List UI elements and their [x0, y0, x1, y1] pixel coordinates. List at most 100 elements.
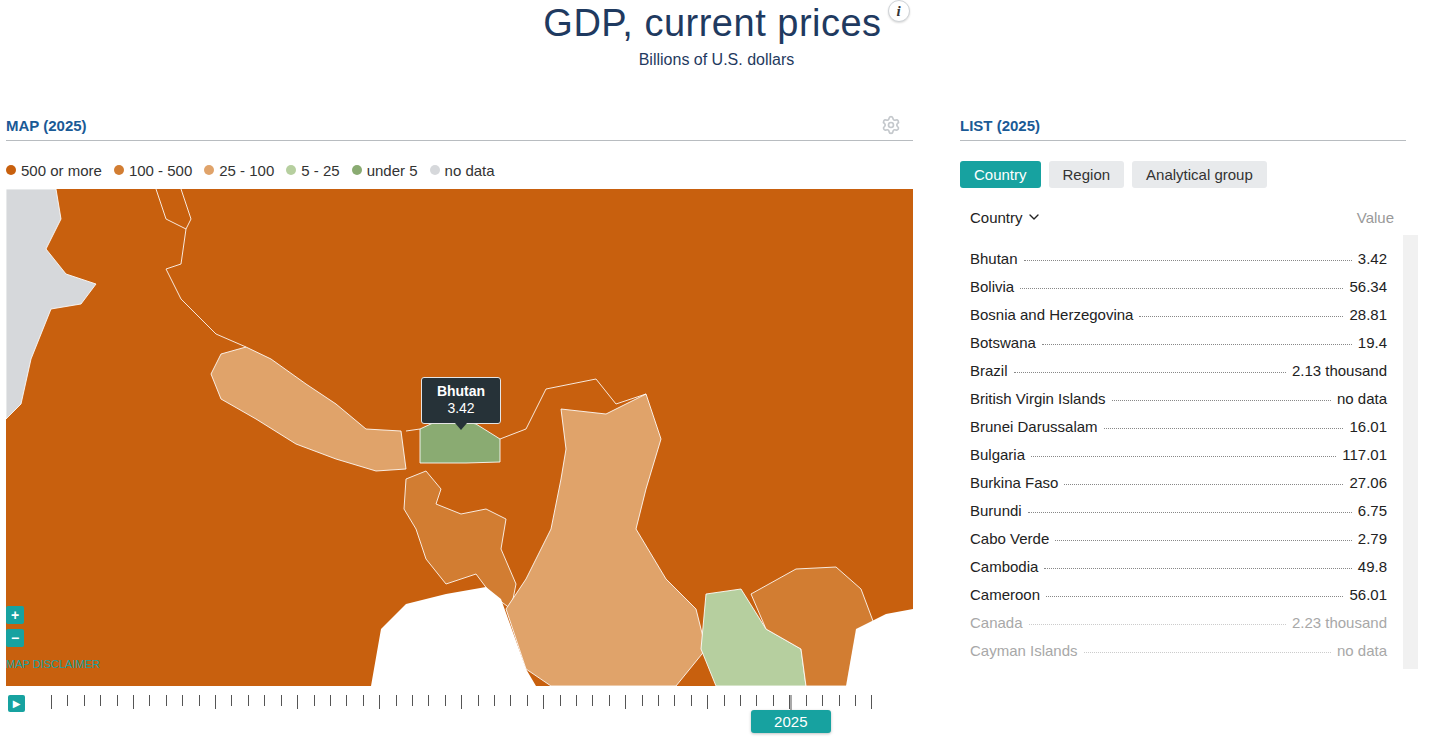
timeline-tick	[822, 695, 823, 706]
list-tab[interactable]: Region	[1049, 161, 1125, 188]
country-row[interactable]: British Virgin Islandsno data	[970, 384, 1387, 412]
country-row[interactable]: Bhutan 3.42	[970, 244, 1387, 272]
country-row[interactable]: Cayman Islandsno data	[970, 636, 1387, 664]
legend-item: 25 - 100	[204, 162, 274, 179]
legend-dot	[114, 165, 124, 175]
legend-item: 5 - 25	[286, 162, 339, 179]
country-value: 28.81	[1349, 306, 1387, 323]
title-row: GDP, current prices i	[523, 0, 909, 46]
country-row[interactable]: Cambodia 49.8	[970, 552, 1387, 580]
dotted-leader	[1020, 288, 1343, 289]
country-row[interactable]: Botswana19.4	[970, 328, 1387, 356]
timeline-tick	[445, 695, 446, 706]
timeline-tick	[756, 695, 757, 706]
year-badge[interactable]: 2025	[751, 710, 831, 733]
country-row[interactable]: Brazil2.13 thousand	[970, 356, 1387, 384]
tooltip-value: 3.42	[432, 400, 490, 417]
country-row[interactable]: Cabo Verde2.79	[970, 524, 1387, 552]
map-water	[371, 587, 536, 686]
legend-dot	[352, 165, 362, 175]
zoom-button[interactable]: +	[6, 606, 24, 624]
country-name: British Virgin Islands	[970, 390, 1106, 407]
map-region[interactable]	[506, 394, 706, 686]
timeline-tick	[707, 695, 708, 709]
zoom-controls: +−	[6, 606, 24, 647]
dotted-leader	[1028, 512, 1352, 513]
dotted-leader	[1024, 260, 1352, 261]
map-region[interactable]	[404, 471, 516, 609]
country-row[interactable]: Brunei Darussalam16.01	[970, 412, 1387, 440]
timeline-tick	[592, 695, 593, 706]
timeline-tick	[642, 695, 643, 706]
timeline-tick	[740, 695, 741, 706]
legend-label: no data	[445, 162, 495, 179]
timeline-tick	[67, 695, 68, 706]
map-region[interactable]	[6, 189, 96, 419]
country-name: Cambodia	[970, 558, 1038, 575]
country-value: 117.01	[1342, 446, 1387, 463]
country-sort-button[interactable]: Country	[970, 209, 1042, 226]
chevron-down-icon	[1026, 209, 1042, 225]
map-region[interactable]	[6, 189, 913, 686]
tooltip-name: Bhutan	[432, 383, 490, 400]
list-tab[interactable]: Analytical group	[1132, 161, 1267, 188]
country-row[interactable]: Cameroon56.01	[970, 580, 1387, 608]
map-disclaimer[interactable]: MAP DISCLAIMER	[6, 658, 100, 670]
country-value: no data	[1337, 642, 1387, 659]
timeline-ticks	[51, 695, 873, 709]
timeline-tick	[543, 695, 544, 709]
country-row[interactable]: Burkina Faso27.06	[970, 468, 1387, 496]
country-name: Canada	[970, 614, 1023, 631]
dotted-leader	[1044, 568, 1351, 569]
timeline-tick	[84, 695, 85, 706]
list-scrollbar[interactable]	[1403, 235, 1418, 669]
map-panel: MAP (2025)500 or more100 - 50025 - 1005 …	[6, 110, 913, 743]
timeline-tick	[839, 695, 840, 706]
dotted-leader	[1139, 316, 1343, 317]
timeline-tick	[396, 695, 397, 706]
timeline-tick	[231, 695, 232, 706]
dotted-leader	[1112, 400, 1331, 401]
country-row[interactable]: Bulgaria117.01	[970, 440, 1387, 468]
timeline-tick	[510, 695, 511, 706]
timeline-track[interactable]: 2025	[51, 695, 873, 742]
map-border	[181, 189, 191, 229]
map-canvas[interactable]	[6, 189, 913, 686]
country-row[interactable]: Bolivia56.34	[970, 272, 1387, 300]
info-icon[interactable]: i	[888, 0, 910, 22]
timeline-tick	[117, 695, 118, 706]
timeline-tick	[527, 695, 528, 706]
map-tooltip: Bhutan3.42	[421, 377, 501, 424]
dotted-leader	[1064, 484, 1343, 485]
country-value: 49.8	[1358, 558, 1387, 575]
country-name: Bhutan	[970, 250, 1018, 267]
list-tab[interactable]: Country	[960, 161, 1041, 188]
timeline-tick	[576, 695, 577, 706]
country-row[interactable]: Burundi6.75	[970, 496, 1387, 524]
map-border	[156, 189, 246, 347]
main: MAP (2025)500 or more100 - 50025 - 1005 …	[0, 110, 1433, 743]
play-button[interactable]: ▶	[8, 695, 25, 712]
page-subtitle: Billions of U.S. dollars	[639, 50, 795, 70]
country-row[interactable]: Canada2.23 thousand	[970, 608, 1387, 636]
zoom-button[interactable]: −	[6, 629, 24, 647]
timeline-tick	[674, 695, 675, 706]
country-value: 3.42	[1358, 250, 1387, 267]
legend-label: under 5	[367, 162, 418, 179]
map[interactable]: Bhutan3.42+−MAP DISCLAIMER	[6, 189, 913, 686]
country-value: 2.79	[1358, 530, 1387, 547]
timeline-tick	[215, 695, 216, 709]
country-row[interactable]: Bosnia and Herzegovina28.81	[970, 300, 1387, 328]
country-value: 56.01	[1349, 586, 1387, 603]
page-title: GDP, current prices	[543, 0, 881, 46]
gear-icon[interactable]	[881, 115, 901, 135]
country-name: Brunei Darussalam	[970, 418, 1098, 435]
timeline-tick	[264, 695, 265, 706]
legend-item: no data	[430, 162, 495, 179]
map-panel-title: MAP (2025)	[6, 117, 87, 134]
timeline-tick	[478, 695, 479, 706]
map-legend: 500 or more100 - 50025 - 1005 - 25under …	[6, 160, 913, 180]
timeline-tick	[100, 695, 101, 706]
dotted-leader	[1055, 540, 1352, 541]
map-region[interactable]	[211, 347, 406, 471]
